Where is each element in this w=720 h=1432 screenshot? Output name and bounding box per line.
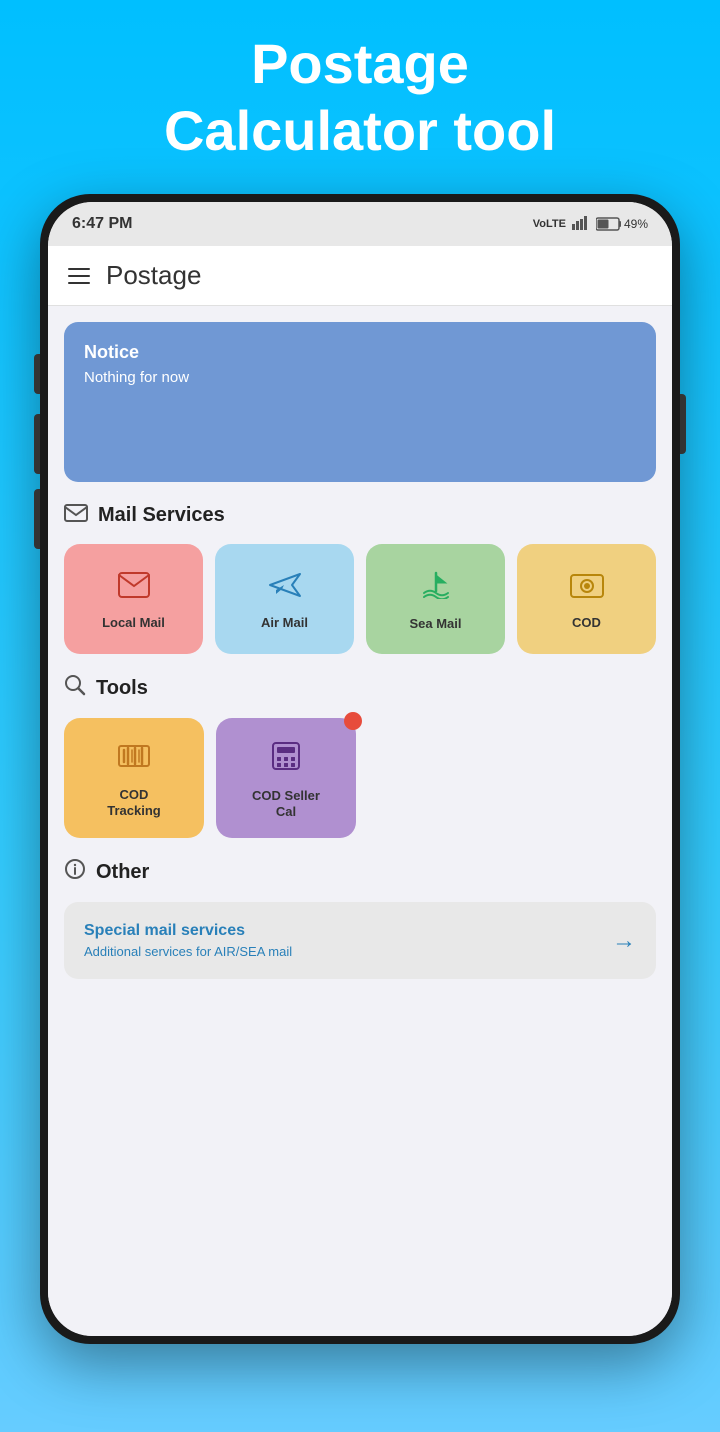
status-bar: 6:47 PM VoLTE [48, 202, 672, 246]
mail-services-header: Mail Services [64, 502, 656, 528]
service-grid: Local Mail Air Mail [64, 544, 656, 654]
tools-title: Tools [96, 677, 148, 700]
tools-icon [64, 674, 86, 702]
local-mail-card[interactable]: Local Mail [64, 544, 203, 654]
volume-down-button [34, 489, 40, 549]
phone-frame: 6:47 PM VoLTE [40, 194, 680, 1344]
air-mail-icon [268, 572, 302, 605]
cod-tracking-icon [118, 742, 150, 777]
cod-card[interactable]: COD [517, 544, 656, 654]
notice-card: Notice Nothing for now [64, 322, 656, 482]
notice-title: Notice [84, 342, 636, 363]
menu-button[interactable] [68, 268, 90, 284]
cod-seller-cal-icon [271, 741, 301, 778]
special-mail-subtitle: Additional services for AIR/SEA mail [84, 944, 292, 959]
cod-tracking-label: COD Tracking [107, 787, 160, 818]
sea-mail-label: Sea Mail [409, 616, 461, 632]
app-title: Postage Calculator tool [124, 30, 596, 164]
volte-icon: VoLTE [533, 218, 566, 230]
cod-icon [570, 573, 604, 605]
tools-header: Tools [64, 674, 656, 702]
cod-label: COD [572, 615, 601, 631]
local-mail-label: Local Mail [102, 615, 165, 631]
sea-mail-card[interactable]: Sea Mail [366, 544, 505, 654]
other-icon [64, 858, 86, 886]
local-mail-icon [118, 572, 150, 605]
signal-icon [572, 216, 590, 233]
app-header: Postage [48, 246, 672, 306]
cod-seller-cal-card[interactable]: COD Seller Cal [216, 718, 356, 838]
status-time: 6:47 PM [72, 215, 132, 233]
power-button [680, 394, 686, 454]
status-icons: VoLTE 49% [533, 216, 648, 233]
phone-screen: 6:47 PM VoLTE [48, 202, 672, 1336]
silent-button [34, 354, 40, 394]
special-mail-card[interactable]: Special mail services Additional service… [64, 902, 656, 979]
tools-grid: COD Tracking [64, 718, 656, 838]
other-header: Other [64, 858, 656, 886]
air-mail-label: Air Mail [261, 615, 308, 631]
battery-icon: 49% [596, 217, 648, 231]
air-mail-card[interactable]: Air Mail [215, 544, 354, 654]
mail-services-icon [64, 502, 88, 528]
special-mail-text: Special mail services Additional service… [84, 922, 292, 959]
special-mail-title: Special mail services [84, 922, 292, 940]
sea-mail-icon [420, 571, 452, 606]
cod-seller-cal-label: COD Seller Cal [252, 788, 320, 819]
main-content: Notice Nothing for now Mail Services [48, 306, 672, 1336]
notice-text: Nothing for now [84, 369, 636, 386]
app-header-title: Postage [106, 260, 201, 291]
other-title: Other [96, 861, 149, 884]
volume-up-button [34, 414, 40, 474]
mail-services-title: Mail Services [98, 504, 225, 527]
notification-dot [344, 712, 362, 730]
arrow-right-icon: → [612, 927, 636, 955]
cod-tracking-card[interactable]: COD Tracking [64, 718, 204, 838]
